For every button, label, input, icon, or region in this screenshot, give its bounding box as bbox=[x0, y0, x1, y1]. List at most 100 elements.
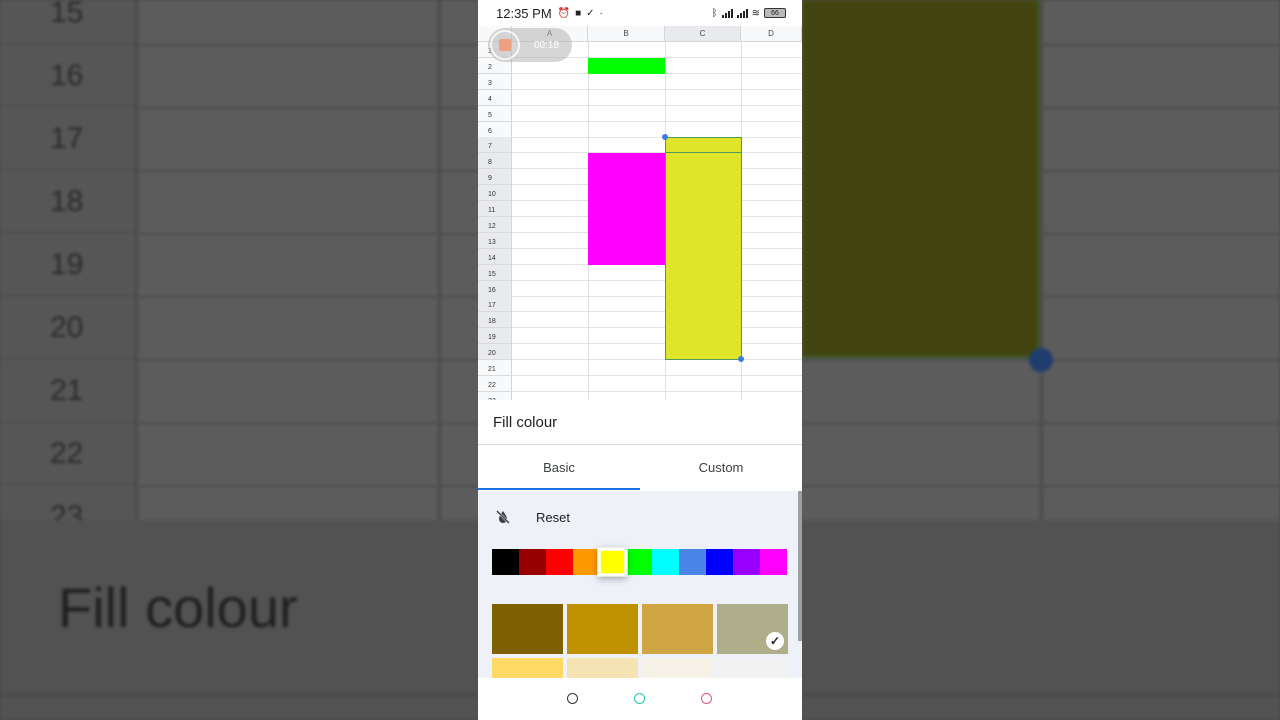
bg-panel-title: Fill colour bbox=[58, 576, 298, 639]
check-icon: ✓ bbox=[766, 632, 784, 650]
bg-row-number: 21 bbox=[0, 361, 135, 423]
shade-tile-3[interactable]: ✓ bbox=[717, 604, 788, 654]
selection-handle-bottom[interactable] bbox=[738, 356, 744, 362]
row-header-11[interactable]: 11 bbox=[478, 201, 512, 217]
row-header-18[interactable]: 18 bbox=[478, 312, 512, 329]
battery-icon: 66 bbox=[764, 8, 786, 18]
bg-grid-line bbox=[438, 0, 441, 520]
grid-row-line bbox=[512, 136, 802, 138]
row-header-9[interactable]: 9 bbox=[478, 169, 512, 186]
format-color-reset-icon bbox=[496, 510, 510, 524]
panel-body: Reset ✓ bbox=[478, 491, 802, 678]
grid-row-line bbox=[512, 311, 802, 313]
row-header-8[interactable]: 8 bbox=[478, 153, 512, 170]
bg-row-number: 15 bbox=[0, 0, 135, 45]
color-swatch-8[interactable] bbox=[706, 549, 733, 575]
tab-custom[interactable]: Custom bbox=[640, 445, 802, 490]
shade-tile-5[interactable] bbox=[567, 658, 638, 678]
row-header-12[interactable]: 12 bbox=[478, 216, 512, 233]
spreadsheet-grid[interactable]: ABCD 12345678910111213141516171819202122… bbox=[478, 26, 802, 400]
fill-colour-panel: Fill colour Basic Custom Reset ✓ bbox=[478, 400, 802, 678]
selection-handle-top[interactable] bbox=[662, 134, 668, 140]
row-header-23[interactable]: 23 bbox=[478, 391, 512, 400]
row-header-10[interactable]: 10 bbox=[478, 185, 512, 202]
column-header-d[interactable]: D bbox=[741, 26, 802, 42]
grid-row-line bbox=[512, 359, 802, 361]
bg-row-number: 22 bbox=[0, 424, 135, 486]
bg-grid-line bbox=[1040, 0, 1043, 520]
shade-tile-6[interactable] bbox=[642, 658, 713, 678]
shade-tile-7[interactable] bbox=[717, 658, 788, 678]
color-swatch-9[interactable] bbox=[733, 549, 760, 575]
grid-row-line bbox=[512, 88, 802, 90]
dot-icon: · bbox=[599, 7, 603, 19]
row-header-3[interactable]: 3 bbox=[478, 73, 512, 90]
grid-row-line bbox=[512, 390, 802, 392]
reset-option[interactable]: Reset bbox=[478, 491, 798, 543]
cell-fill-b2[interactable] bbox=[588, 58, 665, 74]
row-header-14[interactable]: 14 bbox=[478, 248, 512, 265]
shade-tile-2[interactable] bbox=[642, 604, 713, 654]
tab-basic[interactable]: Basic bbox=[478, 445, 640, 490]
shade-grid: ✓ bbox=[492, 604, 788, 678]
status-time: 12:35 PM bbox=[496, 5, 552, 21]
row-header-6[interactable]: 6 bbox=[478, 121, 512, 138]
row-header-22[interactable]: 22 bbox=[478, 375, 512, 392]
color-swatch-7[interactable] bbox=[679, 549, 706, 575]
row-header-5[interactable]: 5 bbox=[478, 105, 512, 122]
back-button[interactable] bbox=[701, 693, 712, 704]
shade-tile-1[interactable] bbox=[567, 604, 638, 654]
row-header-21[interactable]: 21 bbox=[478, 360, 512, 376]
shade-tile-0[interactable] bbox=[492, 604, 563, 654]
navigation-bar bbox=[478, 678, 802, 720]
bg-row-number: 19 bbox=[0, 235, 135, 297]
bg-grid-line bbox=[135, 0, 138, 520]
color-swatch-2[interactable] bbox=[546, 549, 573, 575]
phone-screen: 12:35 PM ⏰ ■ ✓ · ᛒ ≋ 66 00:18 ABCD 12345… bbox=[478, 0, 802, 720]
panel-scrollbar[interactable] bbox=[798, 491, 802, 641]
signal-icon bbox=[721, 8, 733, 18]
status-bar: 12:35 PM ⏰ ■ ✓ · ᛒ ≋ 66 bbox=[478, 0, 802, 26]
grid-row-line bbox=[512, 104, 802, 106]
home-button[interactable] bbox=[634, 693, 645, 704]
row-header-7[interactable]: 7 bbox=[478, 137, 512, 154]
signal-icon-2 bbox=[736, 8, 748, 18]
color-swatch-4[interactable] bbox=[597, 547, 628, 577]
grid-row-line bbox=[512, 375, 802, 376]
shade-tile-4[interactable] bbox=[492, 658, 563, 678]
screen-recorder-widget[interactable]: 00:18 bbox=[488, 28, 572, 62]
reset-label: Reset bbox=[536, 509, 570, 525]
bg-row-number: 17 bbox=[0, 109, 135, 171]
column-header-b[interactable]: B bbox=[588, 26, 665, 42]
row-header-15[interactable]: 15 bbox=[478, 264, 512, 281]
row-header-20[interactable]: 20 bbox=[478, 344, 512, 361]
active-cell[interactable] bbox=[665, 137, 742, 153]
color-swatch-10[interactable] bbox=[760, 549, 787, 575]
column-header-c[interactable]: C bbox=[665, 26, 741, 42]
cell-fill-b8-b14[interactable] bbox=[588, 153, 665, 265]
download-done-icon: ✓ bbox=[586, 7, 595, 19]
recorder-time: 00:18 bbox=[534, 39, 560, 51]
row-header-17[interactable]: 17 bbox=[478, 296, 512, 313]
wifi-icon: ≋ bbox=[751, 7, 760, 19]
row-header-19[interactable]: 19 bbox=[478, 328, 512, 345]
panel-title: Fill colour bbox=[493, 414, 558, 431]
menu-button[interactable] bbox=[567, 693, 578, 704]
color-swatch-6[interactable] bbox=[652, 549, 679, 575]
status-system-icons: ᛒ ≋ 66 bbox=[712, 8, 786, 19]
stop-record-icon[interactable] bbox=[490, 30, 520, 60]
color-swatch-5[interactable] bbox=[625, 549, 652, 575]
bluetooth-icon: ᛒ bbox=[711, 7, 718, 19]
grid-row-line bbox=[512, 279, 802, 281]
basic-color-row bbox=[492, 547, 787, 577]
selection-range bbox=[665, 137, 742, 360]
bg-yellow-fill bbox=[802, 0, 1040, 358]
row-header-4[interactable]: 4 bbox=[478, 89, 512, 106]
color-swatch-3[interactable] bbox=[573, 549, 600, 575]
color-swatch-0[interactable] bbox=[492, 549, 519, 575]
status-notification-icons: ⏰ ■ ✓ · bbox=[558, 8, 603, 19]
row-header-13[interactable]: 13 bbox=[478, 232, 512, 249]
row-header-16[interactable]: 16 bbox=[478, 280, 512, 297]
bg-row-number: 20 bbox=[0, 298, 135, 360]
color-swatch-1[interactable] bbox=[519, 549, 546, 575]
